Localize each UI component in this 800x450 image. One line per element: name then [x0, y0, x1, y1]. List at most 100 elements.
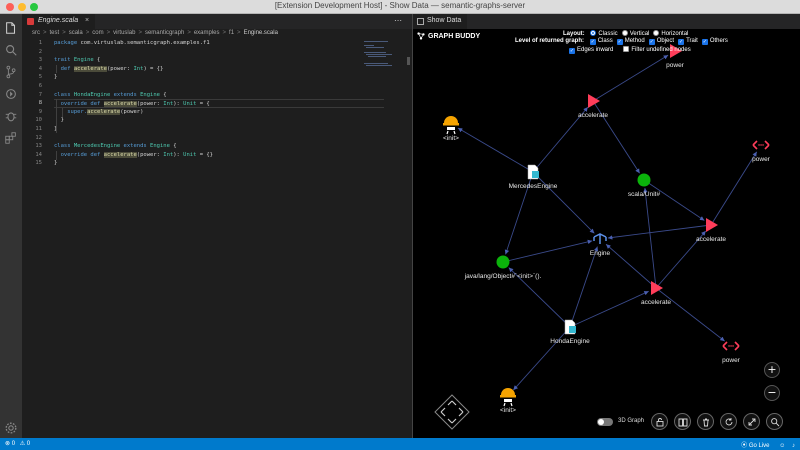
- breadcrumb-separator: >: [62, 30, 66, 36]
- level-checkbox-method[interactable]: ✓: [616, 39, 623, 45]
- code-line[interactable]: [54, 82, 384, 91]
- tab-engine-scala[interactable]: Engine.scala ×: [22, 14, 96, 29]
- breadcrumb-file[interactable]: Engine.scala: [244, 30, 278, 36]
- graph-node-mercedes[interactable]: [527, 164, 539, 180]
- breadcrumb-item[interactable]: f1: [229, 30, 234, 36]
- code-line[interactable]: [54, 134, 384, 143]
- debug-bug-icon[interactable]: [4, 108, 18, 122]
- layout-option-label: Horizontal: [661, 31, 689, 37]
- breadcrumb-item[interactable]: scala: [69, 30, 83, 36]
- code-line[interactable]: }: [54, 116, 384, 125]
- source-control-icon[interactable]: [4, 64, 18, 79]
- breadcrumb-item[interactable]: semanticgraph: [145, 30, 184, 36]
- code-line[interactable]: override def accelerate(power: Int): Uni…: [54, 99, 384, 108]
- graph-node-power_r[interactable]: [752, 140, 770, 150]
- go-live-button[interactable]: ⦿ Go Live: [741, 443, 769, 449]
- level-checkbox-others[interactable]: ✓: [701, 39, 708, 45]
- indent-guide: [62, 108, 63, 117]
- 3d-graph-toggle[interactable]: [597, 418, 613, 426]
- code-line[interactable]: }: [54, 125, 384, 134]
- level-checkbox-object[interactable]: ✓: [648, 39, 655, 45]
- refresh-button[interactable]: [720, 413, 737, 430]
- extensions-icon[interactable]: [4, 130, 18, 144]
- code-line[interactable]: class MercedesEngine extends Engine {: [54, 142, 384, 151]
- account-icon[interactable]: ☺: [779, 443, 785, 449]
- breadcrumb-item[interactable]: virtuslab: [113, 30, 135, 36]
- code-line[interactable]: class HondaEngine extends Engine {: [54, 91, 384, 100]
- code-token: }: [54, 160, 58, 167]
- layout-radio-classic[interactable]: [590, 30, 597, 36]
- line-number: 4: [38, 65, 42, 72]
- option-checkbox-filter-undefined-nodes[interactable]: [623, 46, 630, 52]
- book-button[interactable]: [674, 413, 691, 430]
- tab-label: Show Data: [427, 17, 462, 24]
- breadcrumb-item[interactable]: examples: [194, 30, 220, 36]
- graph-node-object[interactable]: [496, 255, 510, 269]
- graph-node-init2[interactable]: [500, 388, 516, 407]
- code-token: Engine: [140, 91, 160, 98]
- layout-radio-vertical[interactable]: [621, 30, 628, 36]
- constructor-helmet-icon: [444, 116, 458, 123]
- tab-show-data[interactable]: Show Data: [413, 14, 468, 29]
- graph-canvas[interactable]: [413, 29, 800, 438]
- zoom-in-button[interactable]: +: [764, 362, 780, 378]
- level-checkbox-trait[interactable]: ✓: [678, 39, 685, 45]
- code-editor[interactable]: 1 2 3 4 5 6 7 8 9 10 11 12 13 14 15 package com.virtus…: [22, 39, 412, 438]
- code-line[interactable]: override def accelerate(power: Int): Uni…: [54, 151, 384, 160]
- run-debug-icon[interactable]: [4, 86, 18, 100]
- navigation-pad[interactable]: [433, 393, 471, 431]
- code-line[interactable]: def accelerate(power: Int) = {}: [54, 65, 384, 74]
- graph-edge: [655, 287, 725, 342]
- app-window: [Extension Development Host] - Show Data…: [0, 0, 800, 450]
- code-line[interactable]: }: [54, 159, 384, 168]
- code-lines[interactable]: package com.virtuslab.semanticgraph.exam…: [54, 39, 384, 168]
- level-option-label: Trait: [686, 38, 698, 44]
- search-graph-button[interactable]: [766, 413, 783, 430]
- breadcrumb-item[interactable]: src: [32, 30, 40, 36]
- level-option-label: Class: [597, 38, 613, 44]
- close-tab-button[interactable]: ×: [85, 17, 89, 24]
- graph-edge: [710, 151, 758, 226]
- explorer-icon[interactable]: [4, 20, 18, 34]
- breadcrumb-item[interactable]: test: [50, 30, 60, 36]
- settings-gear-icon[interactable]: [4, 420, 18, 434]
- zoom-out-button[interactable]: −: [764, 385, 780, 401]
- breadcrumb-item[interactable]: com: [92, 30, 103, 36]
- search-icon[interactable]: [4, 42, 18, 56]
- minimap[interactable]: [362, 39, 402, 79]
- code-token: Int: [133, 65, 144, 72]
- notifications-icon[interactable]: ♪: [792, 443, 795, 449]
- graph-node-accel3[interactable]: [651, 281, 663, 295]
- warning-count: 0: [26, 441, 31, 447]
- unlock-button[interactable]: [651, 413, 668, 430]
- code-line[interactable]: super.accelerate(power): [54, 108, 384, 117]
- code-line[interactable]: trait Engine {: [54, 56, 384, 65]
- graph-buddy-logo-icon: [417, 32, 425, 40]
- option-checkbox-edges-inward[interactable]: ✓: [569, 48, 575, 54]
- graph-node-accel2[interactable]: [706, 218, 718, 232]
- code-token: override def: [54, 151, 104, 158]
- line-number: 9: [38, 108, 42, 115]
- delete-button[interactable]: [697, 413, 714, 430]
- broadcast-icon: ⦿: [741, 443, 749, 449]
- code-token: Int: [163, 101, 174, 108]
- graph-node-init1[interactable]: [443, 116, 459, 135]
- graph-node-power_b[interactable]: [722, 341, 740, 351]
- graph-node-unit[interactable]: [637, 173, 651, 187]
- code-line[interactable]: package com.virtuslab.semanticgraph.exam…: [54, 39, 384, 48]
- editor-scrollbar[interactable]: [407, 57, 410, 65]
- graph-node-engine[interactable]: [593, 233, 607, 244]
- graph-tab-bar: Show Data: [412, 14, 800, 29]
- code-line[interactable]: [54, 48, 384, 57]
- code-line[interactable]: }: [54, 73, 384, 82]
- level-checkbox-class[interactable]: ✓: [589, 39, 596, 45]
- graph-node-label: <init>: [443, 135, 459, 142]
- extra-controls: ✓ Edges inward Filter undefined nodes: [565, 46, 697, 54]
- fit-expand-button[interactable]: [743, 413, 760, 430]
- graph-node-label: HondaEngine: [550, 338, 590, 345]
- graph-node-honda[interactable]: [564, 319, 576, 335]
- graph-node-accel1[interactable]: [588, 94, 600, 108]
- layout-radio-horizontal[interactable]: [653, 30, 660, 36]
- problems-indicator[interactable]: ⊗ 0 ⚠ 0: [5, 440, 30, 447]
- editor-actions-button[interactable]: ⋯: [394, 16, 406, 25]
